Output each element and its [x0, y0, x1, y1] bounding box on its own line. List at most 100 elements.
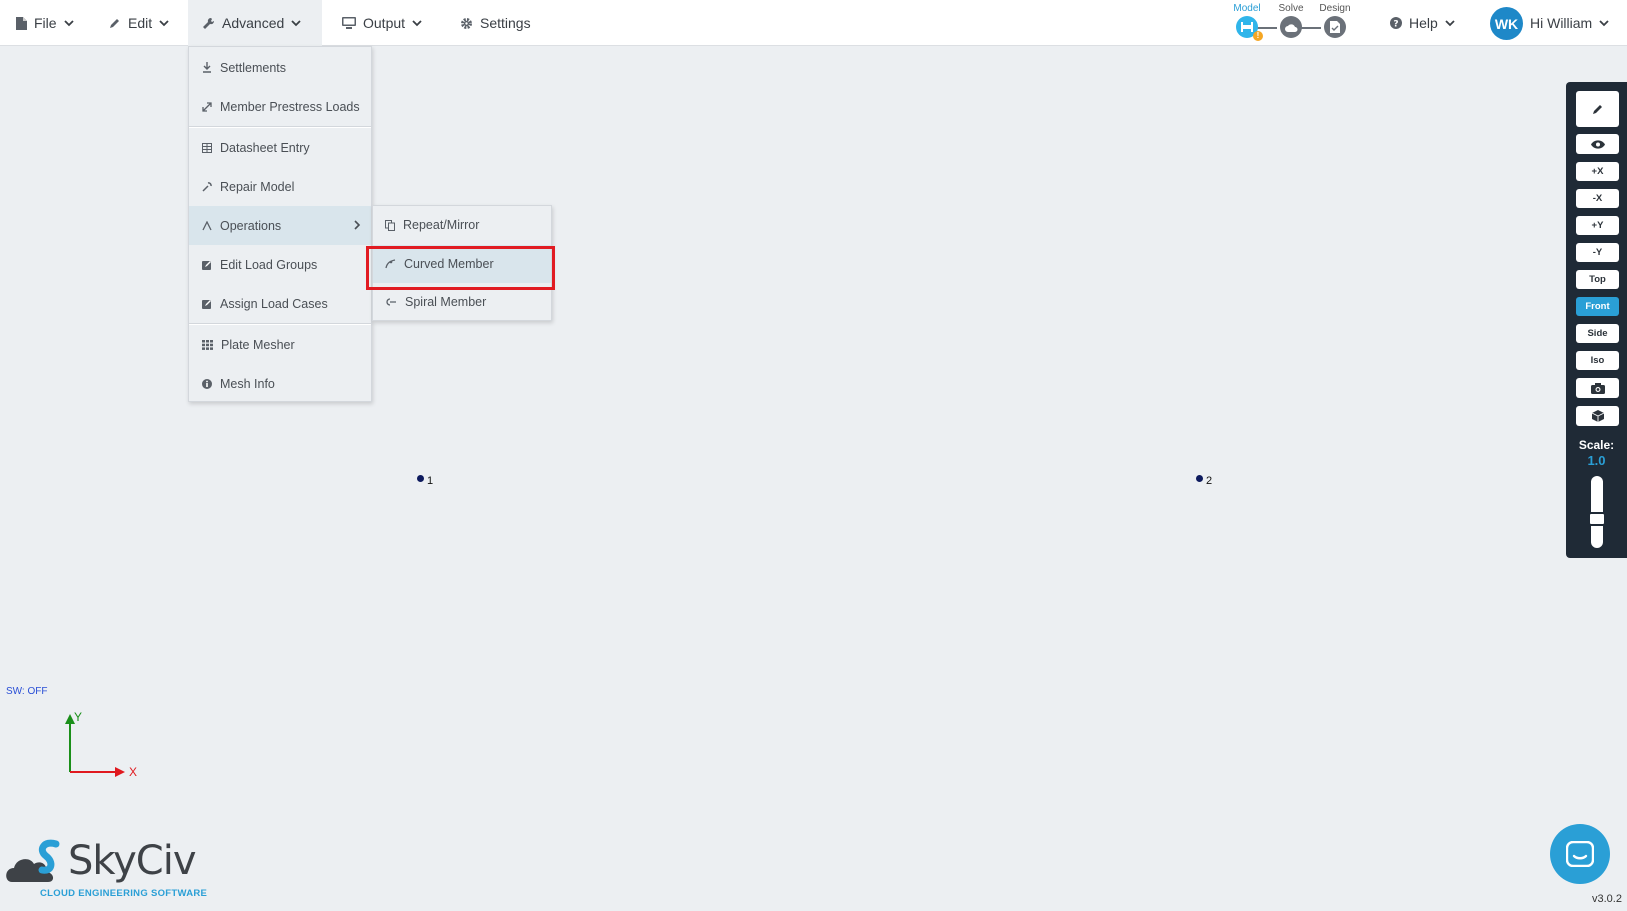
view-front-button[interactable]: Front — [1576, 297, 1619, 316]
menu-item-assign-load-cases[interactable]: Assign Load Cases — [189, 284, 371, 323]
menu-item-operations[interactable]: Operations — [189, 206, 371, 245]
scale-label: Scale: — [1578, 438, 1615, 452]
svg-text:?: ? — [1393, 20, 1398, 30]
file-menu[interactable]: File — [2, 0, 88, 46]
file-menu-label: File — [34, 15, 57, 31]
user-menu[interactable]: Hi William — [1530, 0, 1609, 46]
warning-badge: ! — [1253, 31, 1263, 41]
document-check-icon — [1324, 16, 1346, 38]
avatar[interactable]: WK — [1490, 7, 1523, 40]
menu-item-label: Datasheet Entry — [220, 140, 310, 155]
submenu-item-repeat-mirror[interactable]: Repeat/Mirror — [373, 206, 551, 244]
scale-slider-handle[interactable] — [1588, 512, 1606, 526]
view-plus-y-button[interactable]: +Y — [1576, 216, 1619, 235]
monitor-icon — [342, 17, 356, 29]
axis-y-label: Y — [74, 710, 83, 724]
edit-menu[interactable]: Edit — [95, 0, 183, 46]
advanced-menu[interactable]: Advanced — [188, 0, 322, 46]
edit-menu-label: Edit — [128, 15, 153, 31]
view-iso-button[interactable]: Iso — [1576, 351, 1619, 370]
3d-view-button[interactable] — [1576, 406, 1619, 426]
step-design[interactable]: Design — [1313, 0, 1357, 38]
version-label: v3.0.2 — [1592, 893, 1622, 905]
operations-submenu: Repeat/Mirror Curved Member Spiral Membe… — [372, 205, 552, 321]
brand-name: SkyCiv — [68, 838, 197, 884]
advanced-menu-label: Advanced — [222, 15, 285, 31]
submenu-item-label: Curved Member — [404, 257, 494, 271]
menu-item-label: Settlements — [220, 60, 287, 75]
node-1-label: 1 — [427, 475, 434, 487]
menu-item-mesh-info[interactable]: Mesh Info — [189, 364, 371, 403]
settings-menu[interactable]: Settings — [446, 0, 545, 46]
step-solve[interactable]: Solve — [1269, 0, 1313, 38]
submenu-item-curved-member[interactable]: Curved Member — [373, 245, 551, 283]
copy-icon — [385, 219, 395, 231]
chevron-down-icon — [1445, 20, 1455, 27]
skyciv-logo-icon — [6, 839, 60, 882]
pencil-icon — [110, 19, 119, 28]
pencil-icon — [1592, 105, 1602, 114]
wrench-icon — [202, 181, 212, 192]
grid-icon — [202, 339, 213, 350]
view-plus-x-button[interactable]: +X — [1576, 162, 1619, 181]
step-model-label: Model — [1233, 3, 1261, 14]
menu-item-member-prestress-loads[interactable]: Member Prestress Loads — [189, 87, 371, 126]
edit-box-icon — [202, 299, 211, 309]
menu-item-label: Repair Model — [220, 179, 295, 194]
view-toolbar: +X -X +Y -Y Top Front Side Iso Scale: 1.… — [1566, 82, 1627, 558]
node-1[interactable] — [417, 475, 424, 482]
user-greeting: Hi William — [1530, 15, 1593, 31]
screenshot-button[interactable] — [1576, 378, 1619, 398]
model-step-icon: ! — [1236, 16, 1263, 41]
step-model[interactable]: Model ! — [1225, 0, 1269, 41]
output-menu[interactable]: Output — [328, 0, 436, 46]
file-icon — [16, 16, 27, 30]
gear-icon — [461, 17, 472, 29]
cloud-icon — [1280, 16, 1302, 38]
axis-x-label: X — [129, 765, 138, 779]
chevron-down-icon — [412, 20, 422, 27]
node-2[interactable] — [1196, 475, 1203, 482]
menu-item-plate-mesher[interactable]: Plate Mesher — [189, 325, 371, 364]
settlement-icon — [203, 62, 211, 73]
brand-tagline: CLOUD ENGINEERING SOFTWARE — [40, 888, 208, 899]
chat-button[interactable] — [1550, 824, 1610, 884]
menu-item-datasheet-entry[interactable]: Datasheet Entry — [189, 128, 371, 167]
spiral-icon — [386, 298, 396, 306]
chevron-down-icon — [63, 20, 74, 27]
chevron-down-icon — [159, 20, 169, 27]
info-icon — [202, 378, 212, 389]
view-minus-y-button[interactable]: -Y — [1576, 243, 1619, 262]
menu-item-label: Plate Mesher — [221, 337, 295, 352]
settings-menu-label: Settings — [480, 15, 531, 31]
menu-item-label: Mesh Info — [220, 376, 275, 391]
visibility-button[interactable] — [1576, 134, 1619, 154]
submenu-item-label: Spiral Member — [405, 295, 487, 309]
expand-arrows-icon — [202, 101, 212, 112]
camera-icon — [1590, 382, 1605, 394]
step-solve-label: Solve — [1278, 3, 1304, 14]
output-menu-label: Output — [363, 15, 406, 31]
self-weight-status: SW: OFF — [6, 686, 48, 697]
edit-view-button[interactable] — [1576, 91, 1619, 127]
scale-value: 1.0 — [1587, 453, 1606, 468]
menu-item-label: Assign Load Cases — [220, 296, 328, 311]
menu-item-label: Edit Load Groups — [220, 257, 318, 272]
help-menu-label: Help — [1409, 15, 1438, 31]
menu-item-settlements[interactable]: Settlements — [189, 48, 371, 87]
view-minus-x-button[interactable]: -X — [1576, 189, 1619, 208]
menu-item-edit-load-groups[interactable]: Edit Load Groups — [189, 245, 371, 284]
chat-icon — [1566, 841, 1594, 867]
chevron-down-icon — [1599, 20, 1609, 27]
submenu-item-spiral-member[interactable]: Spiral Member — [373, 283, 551, 321]
help-menu[interactable]: ? Help — [1376, 0, 1469, 46]
view-top-button[interactable]: Top — [1576, 270, 1619, 289]
wrench-icon — [203, 17, 215, 29]
top-menu-bar: File Edit Advanced Output Settings Model… — [0, 0, 1627, 46]
advanced-dropdown: Settlements Member Prestress Loads Datas… — [188, 46, 372, 402]
menu-item-repair-model[interactable]: Repair Model — [189, 167, 371, 206]
curve-icon — [385, 259, 396, 269]
cube-icon — [1591, 410, 1604, 422]
chevron-down-icon — [291, 20, 301, 27]
view-side-button[interactable]: Side — [1576, 324, 1619, 343]
